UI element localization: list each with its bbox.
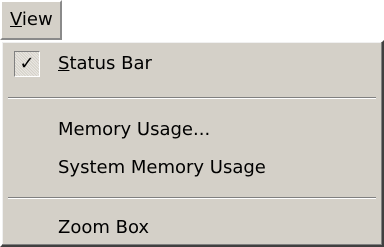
menu-item-memory-usage[interactable]: Memory Usage... [4,110,380,150]
screen: View ✓ Status Bar Memory Usage... System… [0,0,384,247]
view-menu-label-rest: iew [21,9,53,30]
menu-item-label: System Memory Usage [58,157,266,178]
view-dropdown-menu: ✓ Status Bar Memory Usage... System Memo… [0,40,384,247]
menu-item-label: Memory Usage... [58,119,211,140]
view-menu-mnemonic: V [10,9,22,30]
view-menu[interactable]: View [0,0,62,40]
menu-item-status-bar[interactable]: ✓ Status Bar [4,44,380,84]
menu-separator [8,197,376,199]
checkmark-icon: ✓ [14,51,40,77]
menu-separator [8,97,376,99]
menu-item-zoom-box[interactable]: Zoom Box [4,208,380,247]
menu-item-label: Status Bar [58,53,152,74]
menu-item-label: Zoom Box [58,217,150,238]
menu-item-system-memory-usage[interactable]: System Memory Usage [4,148,380,188]
